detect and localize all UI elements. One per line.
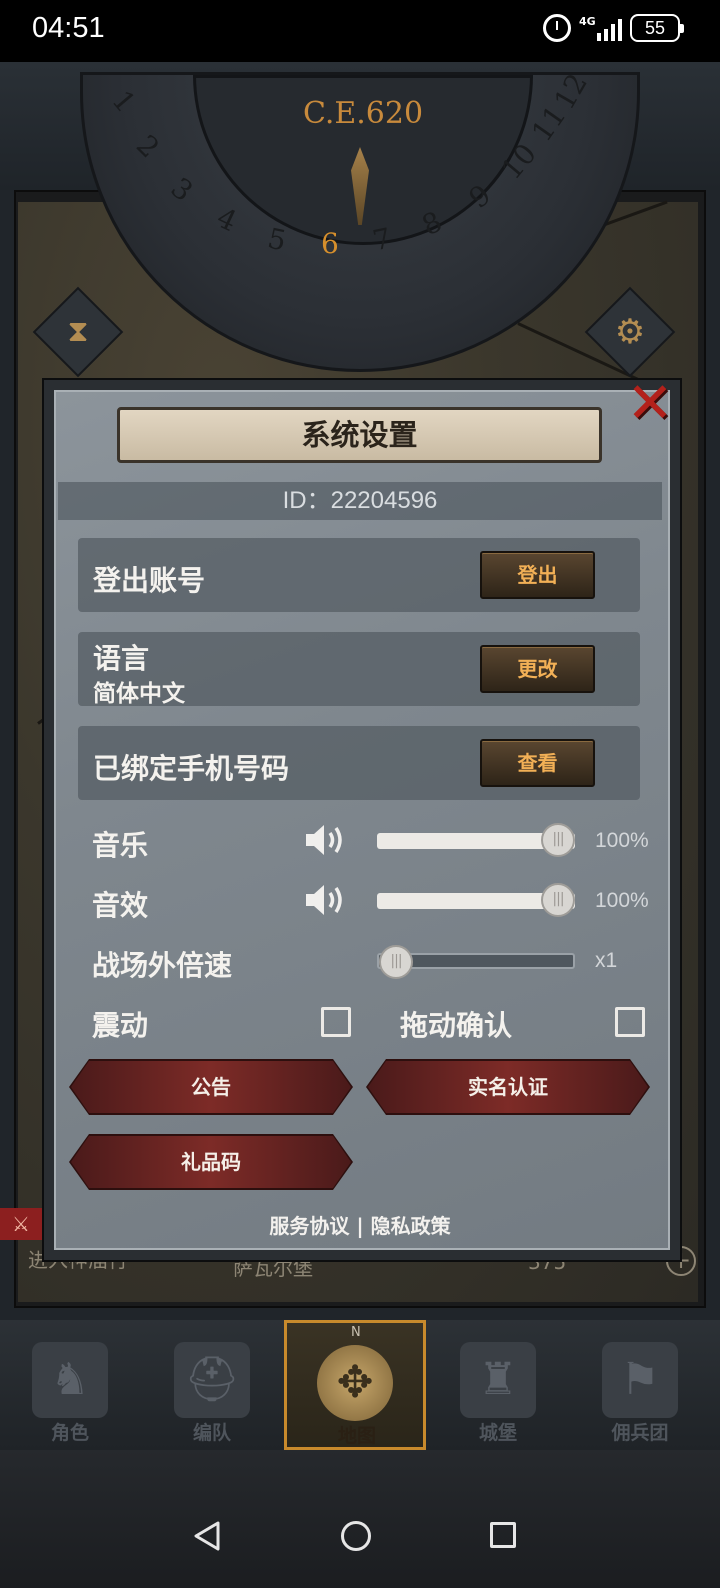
hourglass-icon: ⧗: [67, 314, 89, 349]
nav-label: 编队: [192, 1422, 231, 1444]
vibration-checkbox[interactable]: [321, 1007, 351, 1037]
alarm-icon: [543, 14, 571, 42]
logout-label: 登出账号: [93, 564, 206, 597]
sfx-value: 100%: [595, 889, 649, 912]
privacy-link[interactable]: 隐私政策: [371, 1214, 451, 1238]
nav-item-castle[interactable]: ♜ 城堡: [428, 1320, 568, 1450]
dial-number: 2: [129, 128, 166, 165]
link-separator: |: [356, 1214, 364, 1238]
status-bar: 04:51 4G 55: [0, 0, 720, 62]
compass-north: N: [351, 1325, 361, 1340]
speed-label: 战场外倍速: [92, 949, 233, 982]
speed-slider-knob[interactable]: |||: [379, 945, 413, 979]
drag-confirm-label: 拖动确认: [400, 1009, 513, 1042]
recent-apps-icon[interactable]: [490, 1522, 516, 1548]
speaker-icon[interactable]: [304, 822, 348, 858]
player-id: ID：22204596: [58, 482, 662, 520]
signal-icon: 4G: [579, 15, 622, 41]
battery-icon: 55: [630, 14, 684, 42]
bottom-nav: ♞ 角色 ⛑ 编队 N ✥ 地图 ♜ 城堡 ⚑ 佣兵团: [0, 1320, 720, 1450]
drag-confirm-checkbox[interactable]: [615, 1007, 645, 1037]
gift-code-button[interactable]: 礼品码: [71, 1136, 351, 1188]
phone-label: 已绑定手机号码: [93, 752, 290, 785]
nav-item-mercenary[interactable]: ⚑ 佣兵团: [570, 1320, 710, 1450]
nav-label: 佣兵团: [611, 1422, 669, 1444]
sfx-label: 音效: [92, 889, 149, 922]
era-label: C.E.620: [302, 96, 424, 131]
close-button[interactable]: ✕: [622, 376, 678, 434]
nav-item-team[interactable]: ⛑ 编队: [142, 1320, 282, 1450]
logout-button[interactable]: 登出: [480, 551, 595, 599]
speed-slider[interactable]: |||: [377, 945, 575, 979]
speed-value: x1: [595, 949, 618, 972]
compass-map-icon: ✥: [317, 1345, 393, 1421]
gear-icon: ⚙: [614, 312, 646, 352]
nav-label: 地图: [337, 1425, 376, 1447]
dial-number: 5: [264, 221, 290, 258]
home-icon[interactable]: [341, 1521, 371, 1551]
nav-item-character[interactable]: ♞ 角色: [0, 1320, 140, 1450]
music-label: 音乐: [92, 829, 149, 862]
sfx-slider-knob[interactable]: |||: [541, 883, 575, 917]
castle-icon: ♜: [460, 1342, 536, 1418]
dial-number: 3: [164, 171, 200, 208]
terms-link[interactable]: 服务协议: [269, 1214, 349, 1238]
dialog-title: 系统设置: [117, 407, 602, 463]
dial-number: 4: [211, 200, 242, 239]
change-language-button[interactable]: 更改: [480, 645, 595, 693]
logout-row: 登出账号 登出: [78, 538, 640, 612]
mercenary-icon: ⚑: [602, 1342, 678, 1418]
speaker-icon[interactable]: [304, 882, 348, 918]
status-icons: 4G 55: [543, 14, 684, 42]
status-time: 04:51: [32, 12, 105, 44]
language-value: 简体中文: [93, 681, 185, 707]
footer-links: 服务协议 | 隐私政策: [0, 1210, 720, 1239]
knight-icon: ♞: [32, 1342, 108, 1418]
dial-number-current: 6: [321, 227, 339, 260]
vibration-label: 震动: [92, 1009, 149, 1042]
helmet-icon: ⛑: [174, 1342, 250, 1418]
phone-row: 已绑定手机号码 查看: [78, 726, 640, 800]
nav-label: 城堡: [478, 1422, 517, 1444]
close-icon: ✕: [626, 371, 674, 436]
nav-item-map[interactable]: N ✥ 地图: [284, 1320, 426, 1450]
nav-label: 角色: [50, 1422, 89, 1444]
music-slider-knob[interactable]: |||: [541, 823, 575, 857]
sfx-slider[interactable]: |||: [377, 883, 575, 917]
dial-number: 1: [105, 84, 143, 119]
view-phone-button[interactable]: 查看: [480, 739, 595, 787]
music-slider[interactable]: |||: [377, 823, 575, 857]
announcement-button[interactable]: 公告: [71, 1061, 351, 1113]
real-name-button[interactable]: 实名认证: [368, 1061, 648, 1113]
back-icon[interactable]: [192, 1520, 222, 1552]
network-type: 4G: [579, 15, 596, 28]
language-label: 语言: [93, 642, 150, 675]
music-value: 100%: [595, 829, 649, 852]
language-row: 语言 简体中文 更改: [78, 632, 640, 707]
system-nav-bar: [0, 1450, 720, 1588]
